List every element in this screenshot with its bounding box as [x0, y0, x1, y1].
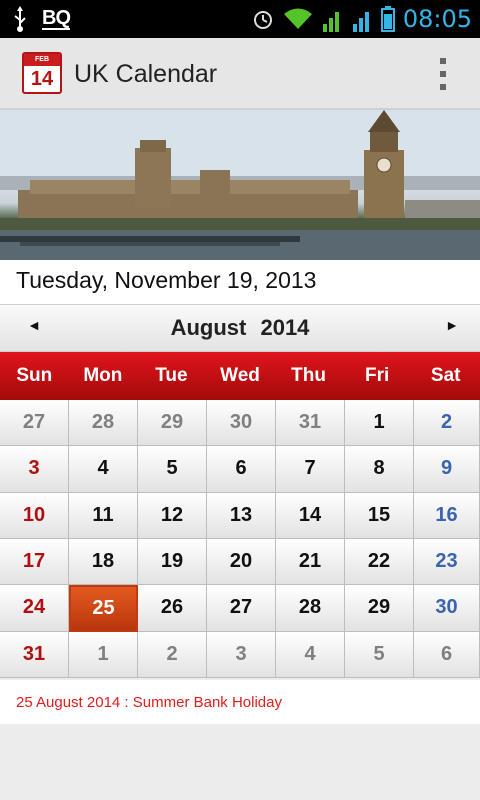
- calendar-day[interactable]: 29: [345, 585, 414, 632]
- calendar-day[interactable]: 5: [345, 631, 414, 678]
- calendar-day[interactable]: 30: [207, 400, 276, 447]
- calendar-day[interactable]: 16: [414, 492, 480, 539]
- calendar-day[interactable]: 31: [0, 631, 69, 678]
- weekday-fri: Fri: [364, 365, 390, 386]
- calendar-day[interactable]: 18: [69, 538, 138, 586]
- holiday-text[interactable]: 25 August 2014 : Summer Bank Holiday: [16, 694, 282, 711]
- calendar-day[interactable]: 7: [276, 446, 345, 493]
- calendar-day[interactable]: 22: [345, 538, 414, 586]
- weekday-thu: Thu: [291, 365, 326, 386]
- banner-image: [0, 110, 480, 260]
- calendar-day[interactable]: 6: [414, 631, 480, 678]
- calendar-day[interactable]: 26: [138, 585, 207, 632]
- calendar-day[interactable]: 28: [69, 400, 138, 447]
- calendar-day[interactable]: 9: [414, 446, 480, 493]
- signal-r-icon: [352, 12, 369, 32]
- calendar-day[interactable]: 12: [138, 492, 207, 539]
- overflow-menu-icon[interactable]: [438, 58, 448, 90]
- weekday-mon: Mon: [83, 365, 123, 386]
- usb-icon: [14, 6, 26, 32]
- today-date-row: Tuesday, November 19, 2013: [0, 260, 480, 304]
- app-title: UK Calendar: [74, 60, 218, 88]
- bq-icon: BQ: [42, 7, 71, 30]
- calendar-day[interactable]: 4: [69, 446, 138, 493]
- calendar-day[interactable]: 8: [345, 446, 414, 493]
- weekday-tue: Tue: [155, 365, 188, 386]
- calendar-day[interactable]: 17: [0, 538, 69, 586]
- calendar-day[interactable]: 6: [207, 446, 276, 493]
- calendar-day[interactable]: 31: [276, 400, 345, 447]
- action-bar: FEB 14 UK Calendar: [0, 38, 480, 110]
- calendar-day[interactable]: 5: [138, 446, 207, 493]
- calendar-day[interactable]: 24: [0, 585, 69, 632]
- alarm-icon: [253, 11, 272, 29]
- calendar-day[interactable]: 1: [69, 631, 138, 678]
- calendar-day-selected[interactable]: 25: [69, 585, 138, 632]
- calendar-day[interactable]: 23: [414, 538, 480, 586]
- status-bar: BQ 08:05: [0, 0, 480, 38]
- month-year-label[interactable]: August 2014: [0, 315, 480, 341]
- calendar-app-icon[interactable]: FEB 14: [22, 52, 62, 94]
- battery-charging-icon: [380, 6, 395, 32]
- weekday-header: Sun Mon Tue Wed Thu Fri Sat: [0, 352, 480, 400]
- today-date: Tuesday, November 19, 2013: [16, 267, 317, 293]
- calendar-day[interactable]: 14: [276, 492, 345, 539]
- status-time: 08:05: [402, 5, 472, 33]
- calendar-day[interactable]: 3: [207, 631, 276, 678]
- calendar-day[interactable]: 28: [276, 585, 345, 632]
- month-navigation: ◄ August 2014 ►: [0, 304, 480, 352]
- app-icon-day: 14: [30, 68, 54, 90]
- calendar-day[interactable]: 2: [138, 631, 207, 678]
- weekday-sun: Sun: [16, 365, 53, 386]
- calendar-day[interactable]: 21: [276, 538, 345, 586]
- calendar-grid: 27 28 29 30 31 1 2 3 4 5 6 7 8 9 10 11 12 13 14 15 16 17 18 19 2…: [0, 400, 480, 678]
- calendar-day[interactable]: 15: [345, 492, 414, 539]
- calendar-day[interactable]: 3: [0, 446, 69, 493]
- calendar-day[interactable]: 13: [207, 492, 276, 539]
- calendar-day[interactable]: 29: [138, 400, 207, 447]
- calendar-day[interactable]: 27: [0, 400, 69, 447]
- calendar-day[interactable]: 27: [207, 585, 276, 632]
- month-label: August: [170, 315, 247, 340]
- calendar-day[interactable]: 2: [414, 400, 480, 447]
- app-icon-month: FEB: [24, 54, 60, 66]
- calendar-day[interactable]: 20: [207, 538, 276, 586]
- calendar-day[interactable]: 30: [414, 585, 480, 632]
- signal-1x-icon: [322, 12, 339, 32]
- wifi-icon: [283, 8, 312, 29]
- calendar-day[interactable]: 10: [0, 492, 69, 539]
- weekday-wed: Wed: [220, 365, 260, 386]
- weekday-sat: Sat: [430, 365, 461, 386]
- calendar-day[interactable]: 4: [276, 631, 345, 678]
- calendar-day[interactable]: 11: [69, 492, 138, 539]
- next-month-icon[interactable]: ►: [440, 317, 464, 333]
- calendar-day[interactable]: 1: [345, 400, 414, 447]
- year-label: 2014: [260, 315, 310, 340]
- holiday-row: 25 August 2014 : Summer Bank Holiday: [0, 680, 480, 724]
- parliament-illustration: [0, 110, 480, 260]
- calendar-day[interactable]: 19: [138, 538, 207, 586]
